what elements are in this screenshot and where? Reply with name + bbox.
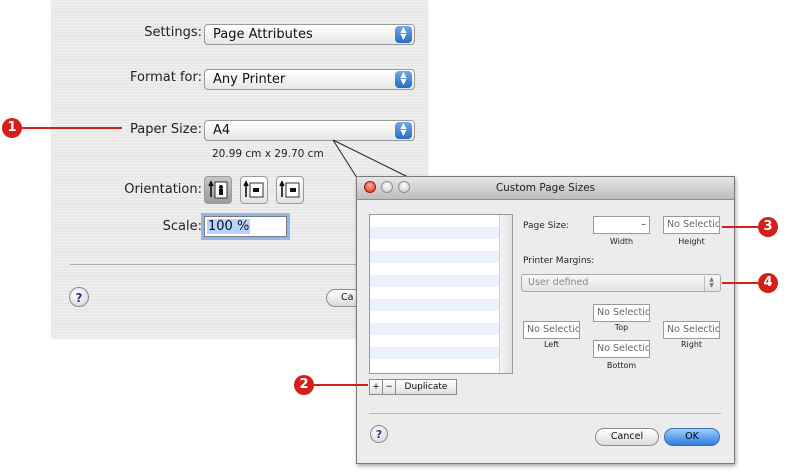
list-item[interactable] (370, 239, 500, 251)
callout-2-line (314, 384, 368, 386)
duplicate-button[interactable]: Duplicate (395, 379, 457, 395)
popup-arrows-icon: ▲ ▼ (704, 276, 718, 291)
callout-1: 1 (2, 118, 22, 138)
printer-margins-value: User defined (528, 277, 589, 288)
callout-4-line (722, 282, 758, 284)
custom-page-sizes-window: Custom Page Sizes + − Duplicate Page Siz… (356, 176, 735, 464)
width-label: Width (609, 237, 634, 246)
list-item[interactable] (370, 359, 500, 371)
printer-margins-popup[interactable]: User defined ▲ ▼ (521, 274, 721, 292)
margin-bottom-label: Bottom (606, 361, 637, 370)
height-label: Height (678, 237, 705, 246)
page-size-list[interactable] (369, 214, 513, 374)
window-title: Custom Page Sizes (495, 182, 596, 194)
list-item[interactable] (370, 215, 500, 227)
margin-left-field[interactable]: No Selectic (523, 321, 580, 339)
list-item[interactable] (370, 251, 500, 263)
margin-left-label: Left (543, 340, 560, 349)
callout-3: 3 (758, 217, 778, 237)
height-field[interactable]: No Selectic (663, 216, 720, 234)
width-field[interactable]: – (593, 216, 650, 234)
separator (369, 413, 721, 414)
margin-right-label: Right (680, 340, 703, 349)
remove-button[interactable]: − (382, 379, 396, 395)
margin-right-field[interactable]: No Selectic (663, 321, 720, 339)
add-button[interactable]: + (369, 379, 383, 395)
list-item[interactable] (370, 323, 500, 335)
title-bar: Custom Page Sizes (357, 177, 734, 200)
callout-1-line (22, 127, 122, 129)
page-size-label: Page Size: (523, 221, 570, 231)
margin-top-label: Top (614, 323, 629, 332)
printer-margins-label: Printer Margins: (523, 256, 595, 266)
callout-3-line (722, 226, 758, 228)
callout-2: 2 (294, 375, 314, 395)
list-item[interactable] (370, 311, 500, 323)
cancel-button[interactable]: Cancel (595, 428, 659, 446)
list-item[interactable] (370, 299, 500, 311)
callout-4: 4 (758, 273, 778, 293)
ok-button[interactable]: OK (664, 428, 720, 446)
margin-top-field[interactable]: No Selectic (593, 304, 650, 322)
help-button[interactable]: ? (370, 425, 388, 443)
list-item[interactable] (370, 335, 500, 347)
list-item[interactable] (370, 275, 500, 287)
margin-bottom-field[interactable]: No Selectic (593, 340, 650, 358)
list-item[interactable] (370, 347, 500, 359)
list-item[interactable] (370, 263, 500, 275)
list-item[interactable] (370, 227, 500, 239)
list-item[interactable] (370, 287, 500, 299)
list-scrollbar[interactable] (499, 215, 512, 373)
